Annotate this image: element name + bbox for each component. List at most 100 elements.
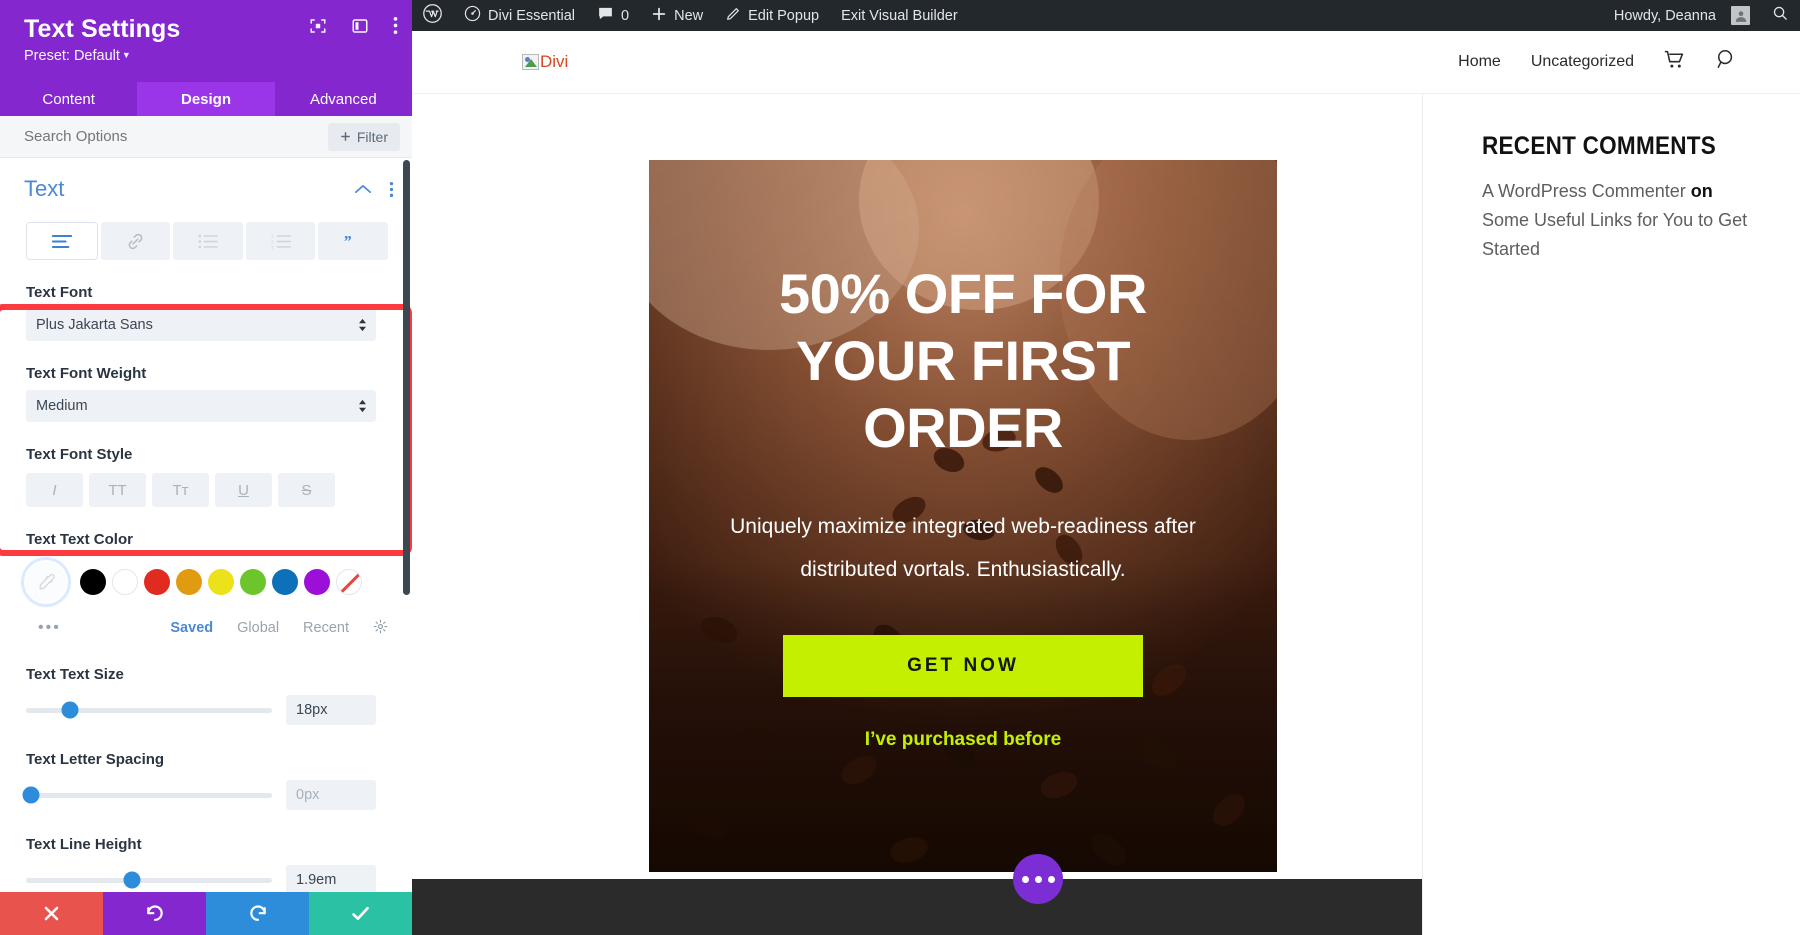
palette-tab-saved[interactable]: Saved bbox=[170, 620, 213, 636]
widget-title-recent-comments: RECENT COMMENTS bbox=[1482, 132, 1717, 160]
svg-text:2: 2 bbox=[271, 239, 274, 244]
filter-button[interactable]: Filter bbox=[327, 122, 400, 151]
paragraph-text-icon[interactable] bbox=[26, 222, 98, 260]
new-content-button[interactable]: New bbox=[640, 0, 714, 31]
nav-item-home[interactable]: Home bbox=[1458, 53, 1501, 71]
redo-button[interactable] bbox=[206, 892, 309, 935]
shopping-cart-icon[interactable] bbox=[1664, 49, 1685, 75]
color-picker-button[interactable] bbox=[24, 560, 68, 604]
swatch-transparent[interactable] bbox=[336, 569, 362, 595]
preset-selector[interactable]: Preset: Default ▼ bbox=[24, 48, 392, 64]
letter-spacing-slider[interactable] bbox=[22, 786, 272, 804]
svg-text:3: 3 bbox=[271, 244, 274, 248]
text-color-label: Text Text Color bbox=[26, 531, 133, 548]
sidebar-divider bbox=[1422, 94, 1423, 935]
tab-content[interactable]: Content bbox=[0, 82, 137, 116]
focus-icon[interactable] bbox=[309, 17, 327, 35]
link-icon[interactable] bbox=[100, 222, 171, 260]
search-input[interactable] bbox=[24, 128, 264, 145]
comment-post-link[interactable]: Some Useful Links for You to Get Started bbox=[1482, 210, 1747, 259]
purchased-before-link[interactable]: I’ve purchased before bbox=[865, 729, 1061, 751]
line-height-slider[interactable] bbox=[26, 871, 272, 889]
save-button[interactable] bbox=[309, 892, 412, 935]
text-font-select[interactable]: Plus Jakarta Sans bbox=[26, 309, 376, 341]
letter-spacing-label: Text Letter Spacing bbox=[26, 751, 165, 768]
comments-button[interactable]: 0 bbox=[586, 0, 640, 31]
more-colors-icon[interactable]: ••• bbox=[38, 619, 61, 637]
chevron-up-icon[interactable] bbox=[355, 184, 371, 194]
account-menu[interactable]: Howdy, Deanna bbox=[1603, 0, 1761, 31]
text-size-slider[interactable] bbox=[26, 701, 272, 719]
swatch-black[interactable] bbox=[80, 569, 106, 595]
content-column: 50% OFF FOR YOUR FIRST ORDER Uniquely ma… bbox=[412, 94, 1422, 935]
tab-advanced[interactable]: Advanced bbox=[275, 82, 412, 116]
palette-tab-recent[interactable]: Recent bbox=[303, 620, 349, 636]
blockquote-icon[interactable]: ” bbox=[318, 222, 388, 260]
letter-spacing-value[interactable]: 0px bbox=[286, 780, 376, 810]
ordered-list-icon[interactable]: 123 bbox=[245, 222, 316, 260]
section-more-options-icon[interactable] bbox=[389, 181, 394, 198]
swatch-blue[interactable] bbox=[272, 569, 298, 595]
layout-toggle-icon[interactable] bbox=[351, 17, 369, 35]
undo-button[interactable] bbox=[103, 892, 206, 935]
page-footer-strip bbox=[412, 879, 1422, 935]
section-title-text: Text bbox=[24, 176, 65, 201]
letter-spacing-slider-knob[interactable] bbox=[22, 786, 40, 804]
uppercase-button[interactable]: TT bbox=[89, 473, 146, 507]
strikethrough-button[interactable]: S bbox=[278, 473, 335, 507]
admin-bar-right: Howdy, Deanna bbox=[1603, 0, 1800, 31]
comment-author-link[interactable]: A WordPress Commenter bbox=[1482, 181, 1686, 201]
palette-tab-global[interactable]: Global bbox=[237, 620, 279, 636]
close-icon bbox=[44, 906, 59, 921]
tab-design[interactable]: Design bbox=[137, 82, 275, 116]
exit-visual-builder-label: Exit Visual Builder bbox=[841, 7, 958, 24]
avatar bbox=[1731, 6, 1750, 25]
underline-button[interactable]: U bbox=[215, 473, 272, 507]
edit-popup-button[interactable]: Edit Popup bbox=[714, 0, 830, 31]
swatch-purple[interactable] bbox=[304, 569, 330, 595]
search-icon[interactable] bbox=[1715, 48, 1738, 76]
site-name-label: Divi Essential bbox=[488, 7, 576, 24]
recent-comment-item: A WordPress Commenter on Some Useful Lin… bbox=[1482, 177, 1760, 264]
line-height-label: Text Line Height bbox=[26, 836, 142, 853]
line-height-slider-knob[interactable] bbox=[123, 871, 141, 889]
swatch-yellow[interactable] bbox=[208, 569, 234, 595]
cancel-button[interactable] bbox=[0, 892, 103, 935]
site-name-button[interactable]: Divi Essential bbox=[453, 0, 586, 31]
redo-icon bbox=[249, 904, 266, 921]
text-font-weight-select[interactable]: Medium bbox=[26, 390, 376, 422]
site-logo[interactable]: Divi bbox=[522, 52, 568, 72]
wordpress-logo-button[interactable] bbox=[412, 0, 453, 31]
smallcaps-button[interactable]: Tᴛ bbox=[152, 473, 209, 507]
comment-bubble-icon bbox=[597, 5, 614, 26]
undo-icon bbox=[146, 904, 163, 921]
comment-on-label: on bbox=[1690, 181, 1713, 201]
gear-icon[interactable] bbox=[373, 619, 388, 638]
text-size-value[interactable]: 18px bbox=[286, 695, 376, 725]
popup-module[interactable]: 50% OFF FOR YOUR FIRST ORDER Uniquely ma… bbox=[649, 160, 1277, 872]
text-section-header: Text bbox=[0, 158, 412, 202]
swatch-white[interactable] bbox=[112, 569, 138, 595]
text-size-slider-knob[interactable] bbox=[61, 701, 79, 719]
more-options-icon[interactable] bbox=[393, 16, 398, 35]
swatch-green[interactable] bbox=[240, 569, 266, 595]
palette-toolbar: ••• Saved Global Recent bbox=[26, 616, 388, 640]
swatch-red[interactable] bbox=[144, 569, 170, 595]
page-settings-fab[interactable] bbox=[1013, 854, 1063, 904]
panel-scrollbar[interactable] bbox=[403, 160, 410, 595]
unordered-list-icon[interactable] bbox=[173, 222, 243, 260]
swatch-orange[interactable] bbox=[176, 569, 202, 595]
dot-1 bbox=[1021, 875, 1029, 883]
line-height-value[interactable]: 1.9em bbox=[286, 865, 376, 892]
italic-button[interactable]: I bbox=[26, 473, 83, 507]
exit-visual-builder-button[interactable]: Exit Visual Builder bbox=[830, 0, 969, 31]
get-now-button[interactable]: GET NOW bbox=[783, 635, 1143, 697]
svg-text:1: 1 bbox=[271, 234, 274, 239]
admin-search-button[interactable] bbox=[1761, 0, 1800, 31]
popup-paragraph: Uniquely maximize integrated web-readine… bbox=[730, 515, 1196, 581]
italic-glyph: I bbox=[52, 481, 57, 499]
nav-item-uncategorized[interactable]: Uncategorized bbox=[1531, 53, 1634, 71]
settings-scroll-area: Text 1 2 3 ” Text Font Plus Jakarta Sans… bbox=[0, 158, 412, 892]
line-height-slider-row: 1.9em bbox=[26, 865, 376, 892]
text-font-weight-label: Text Font Weight bbox=[26, 365, 147, 382]
